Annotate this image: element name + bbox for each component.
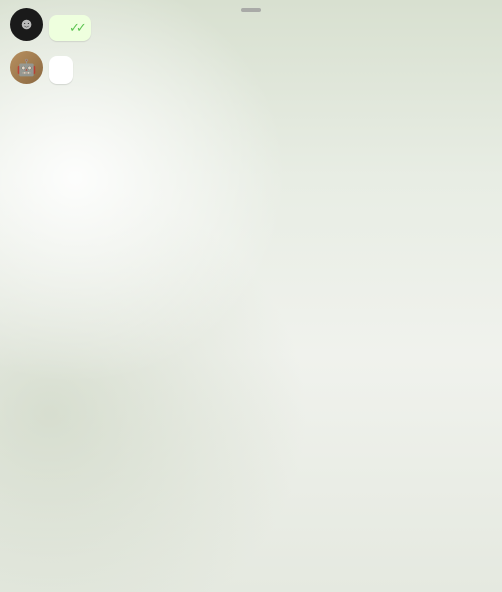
bot-avatar-icon: 🤖 (10, 51, 43, 84)
chat-area: ☻ ✓✓ 🤖 (0, 0, 502, 92)
outgoing-bubble[interactable]: ✓✓ (49, 15, 91, 41)
incoming-bubble[interactable] (49, 56, 73, 84)
avatar-placeholder-icon: ☻ (10, 8, 43, 41)
user-avatar[interactable]: ☻ (10, 8, 43, 41)
incoming-message-row: 🤖 (10, 51, 492, 84)
outgoing-message-row: ☻ ✓✓ (10, 8, 492, 41)
date-badge (241, 8, 261, 12)
read-checks-icon: ✓✓ (69, 20, 83, 36)
bot-avatar[interactable]: 🤖 (10, 51, 43, 84)
